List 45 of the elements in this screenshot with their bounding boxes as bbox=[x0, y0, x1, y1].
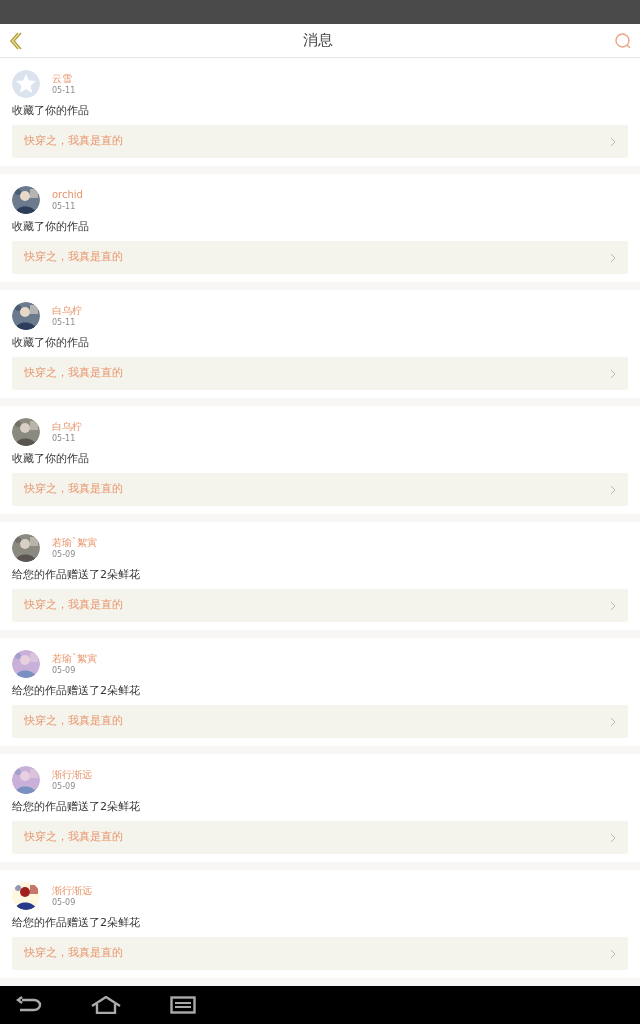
work-link[interactable]: 快穿之，我真是直的 bbox=[12, 705, 628, 738]
user-name[interactable]: 若瑜`絮寅 bbox=[52, 652, 97, 665]
message-text: 收藏了你的作品 bbox=[12, 220, 90, 234]
page-title: 消息 bbox=[303, 30, 333, 52]
home-icon[interactable] bbox=[90, 996, 122, 1014]
chevron-right-icon bbox=[610, 832, 616, 843]
message-date: 05-09 bbox=[52, 548, 77, 560]
back-icon[interactable] bbox=[16, 996, 42, 1014]
user-name[interactable]: 云雪 bbox=[52, 72, 76, 85]
work-link[interactable]: 快穿之，我真是直的 bbox=[12, 937, 628, 970]
default-avatar-icon bbox=[12, 70, 40, 98]
message-date: 05-09 bbox=[52, 896, 77, 908]
recent-apps-icon[interactable] bbox=[170, 996, 196, 1014]
work-link[interactable]: 快穿之，我真是直的 bbox=[12, 357, 628, 390]
work-link[interactable]: 快穿之，我真是直的 bbox=[12, 821, 628, 854]
user-name[interactable]: 若瑜`絮寅 bbox=[52, 536, 97, 549]
chevron-right-icon bbox=[610, 136, 616, 147]
message-date: 05-11 bbox=[52, 200, 77, 212]
user-name[interactable]: 白乌柠 bbox=[52, 304, 82, 317]
user-name[interactable]: 渐行渐远 bbox=[52, 884, 92, 897]
message-text: 给您的作品赠送了2朵鲜花 bbox=[12, 800, 141, 814]
message-text: 收藏了你的作品 bbox=[12, 336, 90, 350]
work-link[interactable]: 快穿之，我真是直的 bbox=[12, 125, 628, 158]
work-link[interactable]: 快穿之，我真是直的 bbox=[12, 473, 628, 506]
message-text: 收藏了你的作品 bbox=[12, 104, 90, 118]
message-date: 05-09 bbox=[52, 664, 77, 676]
user-name[interactable]: orchid bbox=[52, 188, 83, 201]
user-name[interactable]: 渐行渐远 bbox=[52, 768, 92, 781]
chevron-right-icon bbox=[610, 600, 616, 611]
message-date: 05-11 bbox=[52, 84, 76, 96]
message-date: 05-09 bbox=[52, 780, 77, 792]
chevron-right-icon bbox=[610, 252, 616, 263]
work-link[interactable]: 快穿之，我真是直的 bbox=[12, 241, 628, 274]
message-date: 05-11 bbox=[52, 432, 77, 444]
chevron-right-icon bbox=[610, 716, 616, 727]
message-text: 给您的作品赠送了2朵鲜花 bbox=[12, 568, 141, 582]
message-text: 给您的作品赠送了2朵鲜花 bbox=[12, 916, 141, 930]
message-text: 收藏了你的作品 bbox=[12, 452, 90, 466]
user-name[interactable]: 白乌柠 bbox=[52, 420, 82, 433]
message-date: 05-11 bbox=[52, 316, 77, 328]
work-link[interactable]: 快穿之，我真是直的 bbox=[12, 589, 628, 622]
chevron-right-icon bbox=[610, 948, 616, 959]
message-text: 给您的作品赠送了2朵鲜花 bbox=[12, 684, 141, 698]
chevron-right-icon bbox=[610, 484, 616, 495]
chevron-right-icon bbox=[610, 368, 616, 379]
